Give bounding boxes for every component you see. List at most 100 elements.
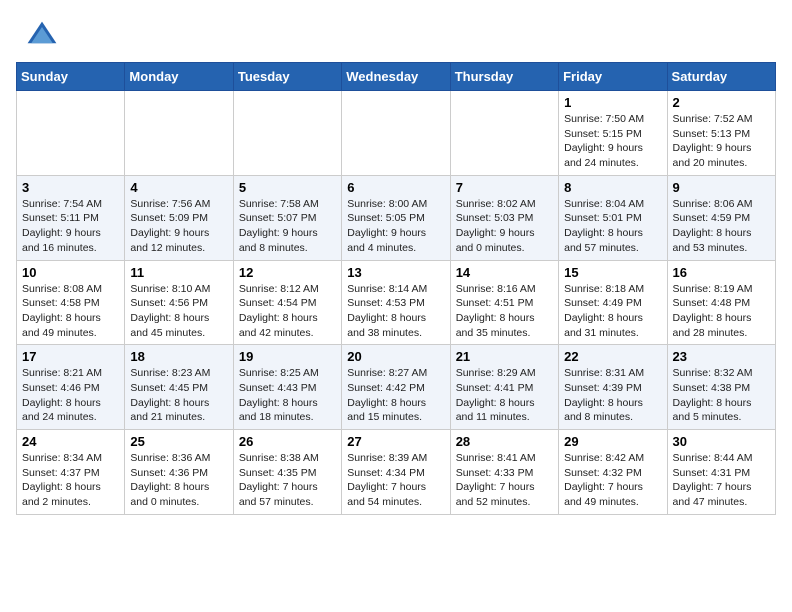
calendar-cell: 10Sunrise: 8:08 AM Sunset: 4:58 PM Dayli… <box>17 260 125 345</box>
logo <box>24 18 64 54</box>
day-info: Sunrise: 8:41 AM Sunset: 4:33 PM Dayligh… <box>456 451 553 510</box>
calendar-cell: 16 Sunrise: 8:19 AM Sunset: 4:48 PM Dayli… <box>667 260 775 345</box>
calendar-table: SundayMondayTuesdayWednesdayThursdayFrid… <box>16 62 776 515</box>
day-number: 2 <box>673 95 770 110</box>
day-number: 15 <box>564 265 661 280</box>
day-number: 1 <box>564 95 661 110</box>
day-number: 23 <box>673 349 770 364</box>
day-number: 16 <box>673 265 770 280</box>
day-number: 12 <box>239 265 336 280</box>
day-number: 29 <box>564 434 661 449</box>
calendar-cell: 7 Sunrise: 8:02 AM Sunset: 5:03 PM Daylig… <box>450 175 558 260</box>
calendar-cell: 18Sunrise: 8:23 AM Sunset: 4:45 PM Dayli… <box>125 345 233 430</box>
calendar-cell: 3 Sunrise: 7:54 AM Sunset: 5:11 PM Daylig… <box>17 175 125 260</box>
day-number: 6 <box>347 180 444 195</box>
calendar-cell: 27Sunrise: 8:39 AM Sunset: 4:34 PM Dayli… <box>342 430 450 515</box>
weekday-monday: Monday <box>125 63 233 91</box>
day-number: 19 <box>239 349 336 364</box>
day-number: 3 <box>22 180 119 195</box>
day-info: Sunrise: 8:14 AM Sunset: 4:53 PM Dayligh… <box>347 282 444 341</box>
calendar-cell: 20 Sunrise: 8:27 AM Sunset: 4:42 PM Dayli… <box>342 345 450 430</box>
day-info: Sunrise: 8:31 AM Sunset: 4:39 PM Dayligh… <box>564 366 661 425</box>
calendar-cell: 19 Sunrise: 8:25 AM Sunset: 4:43 PM Dayli… <box>233 345 341 430</box>
day-number: 18 <box>130 349 227 364</box>
logo-icon <box>24 18 60 54</box>
weekday-friday: Friday <box>559 63 667 91</box>
calendar-cell: 14 Sunrise: 8:16 AM Sunset: 4:51 PM Dayli… <box>450 260 558 345</box>
calendar-cell <box>450 91 558 176</box>
day-info: Sunrise: 8:27 AM Sunset: 4:42 PM Dayligh… <box>347 366 444 425</box>
day-info: Sunrise: 8:18 AM Sunset: 4:49 PM Dayligh… <box>564 282 661 341</box>
day-number: 26 <box>239 434 336 449</box>
calendar-cell <box>342 91 450 176</box>
calendar-cell: 9 Sunrise: 8:06 AM Sunset: 4:59 PM Daylig… <box>667 175 775 260</box>
day-number: 9 <box>673 180 770 195</box>
weekday-wednesday: Wednesday <box>342 63 450 91</box>
day-info: Sunrise: 8:42 AM Sunset: 4:32 PM Dayligh… <box>564 451 661 510</box>
calendar-cell: 17 Sunrise: 8:21 AM Sunset: 4:46 PM Dayli… <box>17 345 125 430</box>
day-info: Sunrise: 8:29 AM Sunset: 4:41 PM Dayligh… <box>456 366 553 425</box>
weekday-tuesday: Tuesday <box>233 63 341 91</box>
day-info: Sunrise: 8:19 AM Sunset: 4:48 PM Dayligh… <box>673 282 770 341</box>
page-header <box>0 0 792 62</box>
day-info: Sunrise: 8:39 AM Sunset: 4:34 PM Dayligh… <box>347 451 444 510</box>
day-info: Sunrise: 8:00 AM Sunset: 5:05 PM Dayligh… <box>347 197 444 256</box>
day-info: Sunrise: 8:36 AM Sunset: 4:36 PM Dayligh… <box>130 451 227 510</box>
day-info: Sunrise: 8:25 AM Sunset: 4:43 PM Dayligh… <box>239 366 336 425</box>
day-number: 10 <box>22 265 119 280</box>
calendar-cell: 21 Sunrise: 8:29 AM Sunset: 4:41 PM Dayli… <box>450 345 558 430</box>
day-number: 7 <box>456 180 553 195</box>
calendar-cell: 12 Sunrise: 8:12 AM Sunset: 4:54 PM Dayli… <box>233 260 341 345</box>
calendar-cell: 29 Sunrise: 8:42 AM Sunset: 4:32 PM Dayli… <box>559 430 667 515</box>
day-info: Sunrise: 7:54 AM Sunset: 5:11 PM Dayligh… <box>22 197 119 256</box>
day-info: Sunrise: 7:58 AM Sunset: 5:07 PM Dayligh… <box>239 197 336 256</box>
calendar-week-4: 17 Sunrise: 8:21 AM Sunset: 4:46 PM Dayli… <box>17 345 776 430</box>
day-number: 28 <box>456 434 553 449</box>
day-info: Sunrise: 8:44 AM Sunset: 4:31 PM Dayligh… <box>673 451 770 510</box>
day-info: Sunrise: 7:52 AM Sunset: 5:13 PM Dayligh… <box>673 112 770 171</box>
day-number: 14 <box>456 265 553 280</box>
calendar-cell: 15 Sunrise: 8:18 AM Sunset: 4:49 PM Dayli… <box>559 260 667 345</box>
day-info: Sunrise: 8:32 AM Sunset: 4:38 PM Dayligh… <box>673 366 770 425</box>
day-info: Sunrise: 8:16 AM Sunset: 4:51 PM Dayligh… <box>456 282 553 341</box>
weekday-saturday: Saturday <box>667 63 775 91</box>
weekday-sunday: Sunday <box>17 63 125 91</box>
day-info: Sunrise: 8:12 AM Sunset: 4:54 PM Dayligh… <box>239 282 336 341</box>
day-info: Sunrise: 8:38 AM Sunset: 4:35 PM Dayligh… <box>239 451 336 510</box>
day-number: 22 <box>564 349 661 364</box>
calendar-cell: 30 Sunrise: 8:44 AM Sunset: 4:31 PM Dayli… <box>667 430 775 515</box>
day-info: Sunrise: 8:21 AM Sunset: 4:46 PM Dayligh… <box>22 366 119 425</box>
calendar-cell: 22 Sunrise: 8:31 AM Sunset: 4:39 PM Dayli… <box>559 345 667 430</box>
day-info: Sunrise: 7:56 AM Sunset: 5:09 PM Dayligh… <box>130 197 227 256</box>
day-number: 30 <box>673 434 770 449</box>
day-number: 24 <box>22 434 119 449</box>
calendar-cell: 24 Sunrise: 8:34 AM Sunset: 4:37 PM Dayli… <box>17 430 125 515</box>
calendar-cell: 4Sunrise: 7:56 AM Sunset: 5:09 PM Daylig… <box>125 175 233 260</box>
calendar-cell <box>125 91 233 176</box>
calendar-cell: 26 Sunrise: 8:38 AM Sunset: 4:35 PM Dayli… <box>233 430 341 515</box>
calendar-cell: 25Sunrise: 8:36 AM Sunset: 4:36 PM Dayli… <box>125 430 233 515</box>
day-number: 20 <box>347 349 444 364</box>
calendar-cell: 13 Sunrise: 8:14 AM Sunset: 4:53 PM Dayli… <box>342 260 450 345</box>
day-number: 8 <box>564 180 661 195</box>
calendar-cell: 23 Sunrise: 8:32 AM Sunset: 4:38 PM Dayli… <box>667 345 775 430</box>
weekday-thursday: Thursday <box>450 63 558 91</box>
day-info: Sunrise: 8:02 AM Sunset: 5:03 PM Dayligh… <box>456 197 553 256</box>
day-info: Sunrise: 7:50 AM Sunset: 5:15 PM Dayligh… <box>564 112 661 171</box>
calendar-cell <box>233 91 341 176</box>
day-info: Sunrise: 8:10 AM Sunset: 4:56 PM Dayligh… <box>130 282 227 341</box>
day-info: Sunrise: 8:04 AM Sunset: 5:01 PM Dayligh… <box>564 197 661 256</box>
day-number: 17 <box>22 349 119 364</box>
weekday-header-row: SundayMondayTuesdayWednesdayThursdayFrid… <box>17 63 776 91</box>
day-number: 13 <box>347 265 444 280</box>
calendar-cell <box>17 91 125 176</box>
calendar-cell: 5Sunrise: 7:58 AM Sunset: 5:07 PM Daylig… <box>233 175 341 260</box>
calendar-week-5: 24 Sunrise: 8:34 AM Sunset: 4:37 PM Dayli… <box>17 430 776 515</box>
calendar-week-3: 10Sunrise: 8:08 AM Sunset: 4:58 PM Dayli… <box>17 260 776 345</box>
day-info: Sunrise: 8:06 AM Sunset: 4:59 PM Dayligh… <box>673 197 770 256</box>
day-number: 21 <box>456 349 553 364</box>
calendar-cell: 2 Sunrise: 7:52 AM Sunset: 5:13 PM Daylig… <box>667 91 775 176</box>
day-info: Sunrise: 8:34 AM Sunset: 4:37 PM Dayligh… <box>22 451 119 510</box>
calendar-week-1: 1 Sunrise: 7:50 AM Sunset: 5:15 PM Daylig… <box>17 91 776 176</box>
calendar-cell: 1 Sunrise: 7:50 AM Sunset: 5:15 PM Daylig… <box>559 91 667 176</box>
